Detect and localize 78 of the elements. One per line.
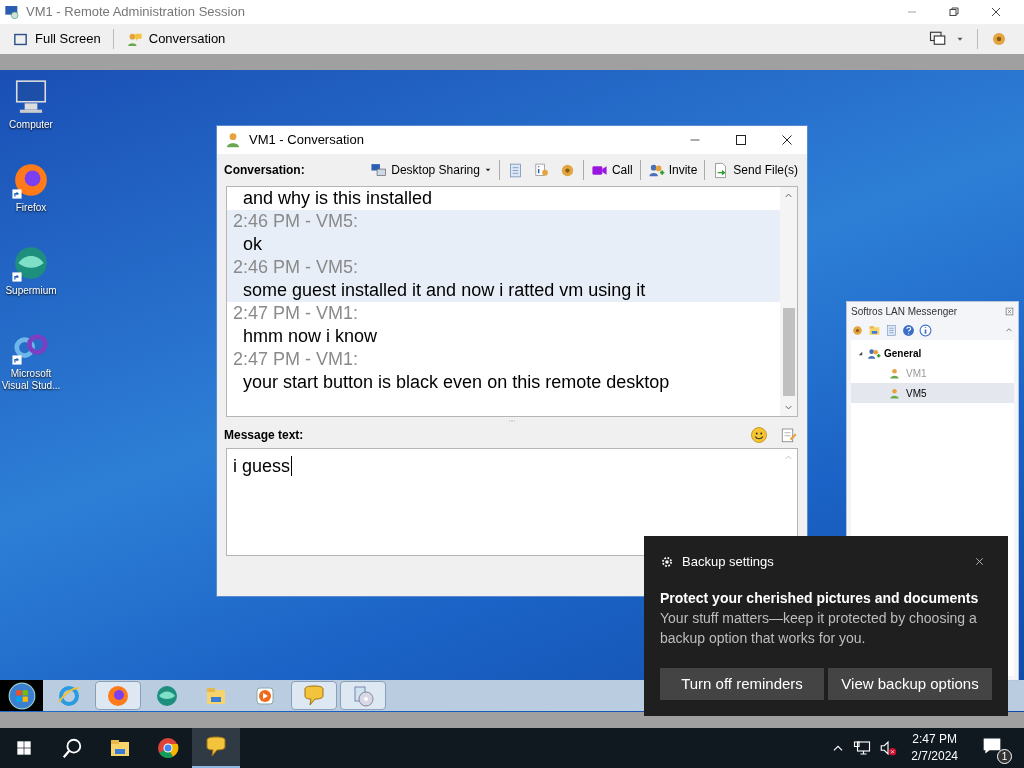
info-person-icon — [532, 161, 550, 179]
desktop-icon[interactable] — [12, 161, 50, 199]
notification-button[interactable]: View backup options — [828, 668, 992, 700]
desktop-icon-label[interactable]: Firefox — [15, 202, 47, 214]
speech-bubble-icon — [204, 735, 228, 759]
help-icon[interactable] — [902, 323, 915, 337]
conversation-button[interactable]: Conversation — [121, 27, 230, 51]
notification-app-name: Backup settings — [682, 553, 774, 571]
settings-button[interactable] — [851, 323, 864, 337]
desktop-icon-label[interactable]: Microsoft Visual Stud... — [0, 368, 62, 392]
disc-box-icon — [351, 683, 375, 708]
person-icon — [889, 387, 900, 399]
caret-icon — [483, 166, 492, 174]
monitors-icon — [929, 30, 947, 48]
close-button[interactable] — [974, 556, 985, 568]
people-plus-icon — [867, 346, 881, 361]
expander-icon[interactable] — [857, 350, 864, 357]
scroll-thumb[interactable] — [782, 308, 795, 396]
message-input-field[interactable]: i guess — [226, 448, 798, 556]
group-name[interactable]: General — [884, 346, 922, 361]
person-icon — [889, 367, 900, 379]
clock[interactable]: 2:47 PM 2/7/2024 — [905, 731, 964, 765]
emoji-button[interactable] — [750, 426, 768, 444]
message-text: some guest installed it and now i ratted vm using it — [227, 279, 780, 302]
search-icon — [61, 737, 83, 759]
call-button[interactable]: Call — [588, 158, 635, 182]
notification-button[interactable]: Turn off reminders — [660, 668, 824, 700]
send-files-button[interactable]: Send File(s) — [710, 158, 800, 182]
desktop-icon[interactable] — [12, 244, 50, 282]
folder-button[interactable] — [868, 323, 881, 337]
folder-icon — [868, 323, 881, 337]
message-text-label: Message text: — [224, 427, 304, 444]
desktop-sharing-button[interactable]: Desktop Sharing — [368, 158, 494, 182]
full-screen-button[interactable]: Full Screen — [8, 27, 105, 51]
message-icon — [982, 736, 1002, 756]
remote-session-icon — [4, 4, 20, 20]
desktop-icon-label[interactable]: Supermium — [5, 285, 57, 297]
close-button[interactable] — [781, 134, 793, 146]
panel-title: Softros LAN Messenger — [851, 304, 958, 319]
maximize-button[interactable] — [735, 134, 747, 146]
network-icon[interactable] — [853, 739, 872, 757]
scrollbar[interactable] — [780, 187, 797, 416]
conversation-label: Conversation: — [224, 162, 305, 179]
desktop-icon-label[interactable]: Computer — [9, 119, 53, 131]
letter-e-icon — [57, 683, 81, 708]
settings-icon — [660, 554, 674, 569]
window-title: VM1 - Remote Administration Session — [26, 3, 245, 22]
notification-heading: Protect your cherished pictures and documents — [660, 588, 980, 608]
smiley-icon — [750, 426, 768, 444]
restore-button[interactable] — [948, 6, 960, 18]
chrome-icon — [156, 736, 180, 760]
document-icon — [885, 323, 898, 337]
taskbar-app-button[interactable] — [192, 728, 240, 768]
globe-icon — [155, 683, 179, 708]
message-header: 2:46 PM - VM5: — [227, 256, 780, 279]
edit-document-icon — [780, 426, 798, 444]
windows-logo-icon — [16, 740, 32, 756]
message-text: ok — [227, 233, 780, 256]
speaker-muted-icon[interactable] — [879, 739, 898, 757]
globe-icon — [12, 244, 50, 282]
action-center-button[interactable]: 1 — [982, 734, 1010, 762]
close-button[interactable] — [990, 6, 1002, 18]
info-icon[interactable] — [919, 323, 932, 337]
contact-item[interactable]: VM5 — [851, 383, 1014, 403]
gear-icon — [990, 30, 1008, 48]
notification-count: 1 — [997, 749, 1012, 764]
firefox-icon — [106, 683, 130, 708]
window-title: VM1 - Conversation — [249, 131, 364, 150]
screens-icon — [370, 161, 388, 179]
firefox-icon — [12, 161, 50, 199]
windows-logo-icon — [7, 681, 36, 710]
speech-bubble-icon — [302, 683, 326, 708]
person-icon — [225, 132, 241, 148]
notification-body: Your stuff matters—keep it protected by choosing a backup option that works for you. — [660, 608, 978, 648]
gear-icon — [851, 323, 864, 337]
start-button[interactable] — [0, 680, 43, 711]
message-header: 2:46 PM - VM5: — [227, 210, 780, 233]
invite-button[interactable]: Invite — [645, 158, 700, 182]
